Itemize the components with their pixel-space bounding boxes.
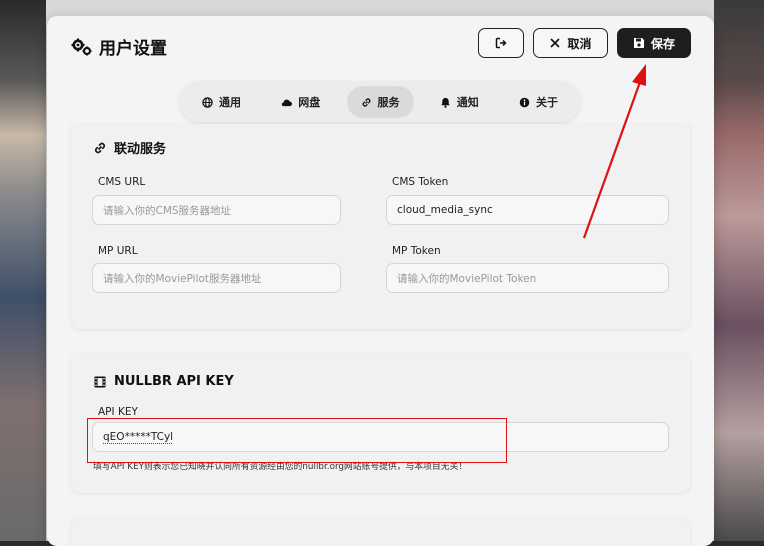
bell-icon [441,97,450,108]
next-settings-card [71,518,690,546]
save-button[interactable]: 保存 [617,28,691,58]
linked-services-card: 联动服务 CMS URL 请输入你的CMS服务器地址 CMS Token clo… [71,124,690,329]
tab-general[interactable]: 通用 [188,86,255,118]
close-icon [550,38,561,48]
tab-cloud-drive-label: 网盘 [298,96,321,109]
cms-url-input[interactable]: 请输入你的CMS服务器地址 [92,195,341,225]
nullbr-title: NULLBR API KEY [93,374,234,389]
link-icon [362,97,370,107]
page-title: 用户设置 [71,34,167,59]
annotation-highlight-box [87,418,507,463]
cms-token-input[interactable]: cloud_media_sync [386,195,669,225]
tab-notifications[interactable]: 通知 [426,86,493,118]
cms-url-label: CMS URL [98,176,146,188]
cancel-button[interactable]: 取消 [533,28,608,58]
tab-about[interactable]: 关于 [505,86,572,118]
settings-content: 联动服务 CMS URL 请输入你的CMS服务器地址 CMS Token clo… [47,124,714,546]
gears-icon [71,38,92,55]
tab-notifications-label: 通知 [456,96,479,109]
floppy-disk-icon [633,38,644,48]
sign-out-icon [495,37,507,49]
mp-token-label: MP Token [392,245,441,257]
globe-icon [202,96,213,108]
page-title-text: 用户设置 [99,39,167,59]
tab-services[interactable]: 服务 [346,86,414,118]
tab-services-label: 服务 [377,96,400,109]
mp-url-label: MP URL [98,245,138,257]
tab-cloud-drive[interactable]: 网盘 [267,86,334,118]
nullbr-title-text: NULLBR API KEY [114,374,234,389]
linked-services-title-text: 联动服务 [114,142,167,157]
cancel-label: 取消 [567,36,592,51]
film-icon [94,376,106,387]
tab-general-label: 通用 [219,96,241,109]
tab-about-label: 关于 [536,96,558,109]
logout-button[interactable] [478,28,524,58]
api-key-label: API KEY [98,406,138,418]
cloud-icon [282,99,293,106]
dialog-header: 用户设置 取消 保存 [47,16,714,76]
user-settings-dialog: 用户设置 取消 保存 通用 网盘 服务 通知 关于 联动服务 CMS URL 请… [47,16,714,546]
mp-url-input[interactable]: 请输入你的MoviePilot服务器地址 [92,263,341,293]
linked-services-title: 联动服务 [93,138,166,157]
cms-token-label: CMS Token [392,176,449,188]
save-label: 保存 [650,36,675,51]
settings-tabs: 通用 网盘 服务 通知 关于 [180,82,580,122]
mp-token-input[interactable]: 请输入你的MoviePilot Token [386,263,669,293]
info-icon [519,97,530,107]
link-icon [95,142,105,153]
